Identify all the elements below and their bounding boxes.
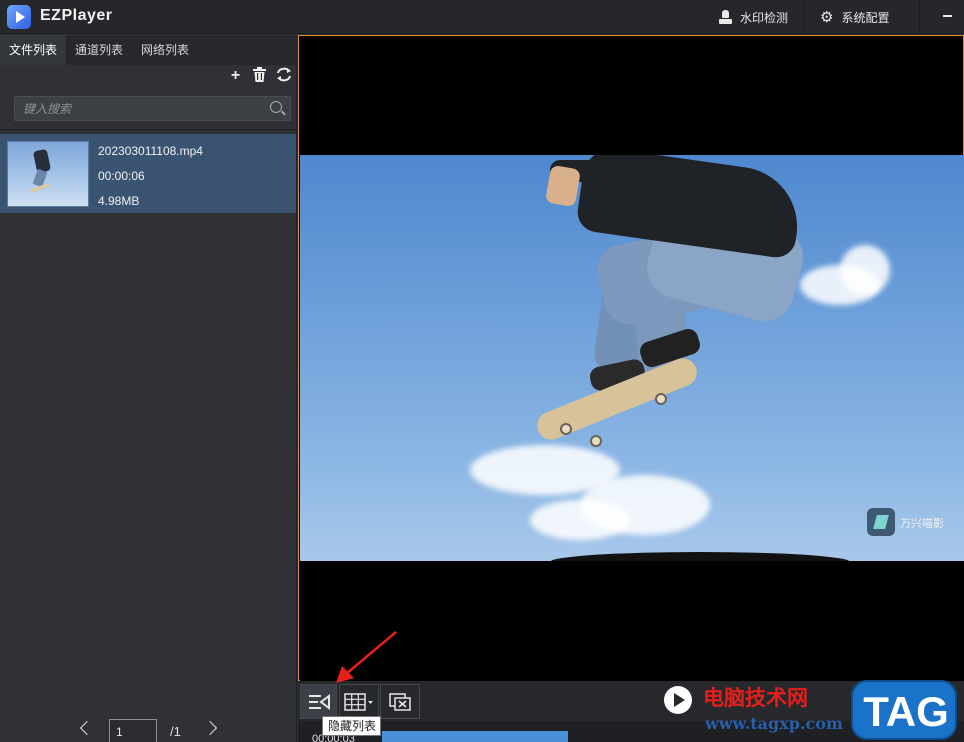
search-box (14, 96, 291, 121)
play-button[interactable] (664, 686, 692, 714)
loop-icon[interactable] (275, 67, 292, 84)
next-page-icon[interactable] (202, 720, 218, 736)
layout-grid-button[interactable] (339, 684, 379, 719)
divider (0, 129, 297, 130)
gear-icon: ⚙ (820, 8, 834, 26)
system-settings-label: 系统配置 (841, 10, 890, 25)
app-title: EZPlayer (40, 7, 113, 24)
file-list-item[interactable]: 202303011108.mp4 00:00:06 4.98MB (0, 134, 296, 213)
previous-page-icon[interactable] (79, 720, 95, 736)
annotation-arrow-icon (336, 631, 397, 683)
tag-logo-text: TAG (863, 688, 949, 735)
hide-list-icon (308, 693, 330, 710)
watermark-logo-icon (867, 508, 895, 536)
search-icon[interactable] (270, 101, 282, 113)
close-window-icon (389, 692, 411, 711)
stamp-icon (719, 10, 732, 24)
watermark-detect-button[interactable]: 水印检测 (705, 0, 805, 34)
video-frame: 万兴喵影 (300, 155, 964, 561)
video-viewport[interactable]: 万兴喵影 (298, 35, 964, 681)
title-bar: EZPlayer 水印检测 ⚙ 系统配置 (0, 0, 964, 34)
site-name: 电脑技术网 (703, 686, 808, 710)
page-total: /1 (170, 724, 181, 739)
video-thumbnail (7, 141, 89, 207)
progress-fill (382, 731, 568, 742)
file-size: 4.98MB (98, 194, 140, 208)
file-name: 202303011108.mp4 (98, 144, 203, 158)
delete-icon[interactable] (251, 67, 268, 84)
add-icon[interactable]: + (227, 67, 244, 84)
hide-list-button[interactable] (300, 684, 337, 719)
page-number-input[interactable] (109, 719, 157, 742)
list-tabs: 文件列表 通道列表 网络列表 (0, 35, 297, 65)
tag-logo: TAG (851, 680, 957, 740)
grid-layout-icon (344, 692, 373, 711)
pager: /1 (0, 715, 297, 742)
ezplayer-window: EZPlayer 水印检测 ⚙ 系统配置 文件列表 通道列表 网络列表 + 键入… (0, 0, 964, 742)
video-watermark-text: 万兴喵影 (900, 518, 944, 530)
system-settings-button[interactable]: ⚙ 系统配置 (806, 0, 920, 34)
close-all-button[interactable] (380, 684, 420, 719)
site-url: www.tagxp.com (705, 714, 843, 733)
app-logo-icon (7, 5, 31, 29)
left-panel: 文件列表 通道列表 网络列表 + 202303011108.mp4 (0, 35, 297, 742)
site-watermark: 电脑技术网 www.tagxp.com TAG (703, 680, 957, 742)
tab-channel-list[interactable]: 通道列表 (66, 35, 132, 65)
tab-network-list[interactable]: 网络列表 (132, 35, 198, 65)
watermark-detect-label: 水印检测 (740, 10, 789, 25)
list-toolbar: + (227, 67, 292, 84)
file-duration: 00:00:06 (98, 169, 145, 183)
tab-file-list[interactable]: 文件列表 (0, 35, 67, 65)
hide-list-tooltip: 隐藏列表 (322, 716, 381, 736)
search-input[interactable] (23, 100, 253, 118)
minimize-button[interactable] (938, 0, 958, 34)
